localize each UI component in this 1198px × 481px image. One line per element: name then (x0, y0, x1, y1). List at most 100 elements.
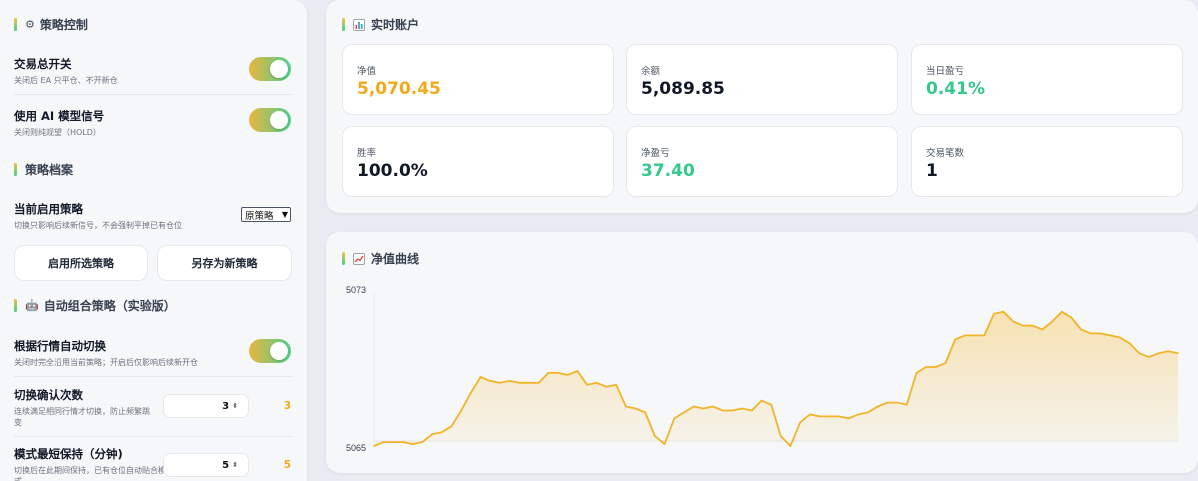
data-point (799, 421, 801, 424)
data-point (489, 380, 491, 382)
data-point (983, 334, 986, 337)
stat-balance: 余额 5,089.85 (626, 44, 898, 115)
spinner-arrows-icon[interactable]: ⬍ (232, 402, 238, 410)
data-point (1080, 328, 1082, 331)
account-card: 实时账户 净值 5,070.45 余额 5,089.85 当日盈亏 0.41% … (326, 0, 1198, 213)
data-point (935, 366, 937, 368)
data-point (663, 443, 666, 445)
stat-value: 5,089.85 (641, 79, 725, 99)
data-point (741, 407, 743, 410)
data-point (547, 372, 550, 374)
section-strategy-control: ⚙ 策略控制 (14, 16, 88, 32)
data-point (896, 401, 898, 404)
data-point (644, 411, 646, 414)
confirm-count-input-value: 3 (222, 400, 230, 412)
data-point (818, 415, 821, 418)
data-point (1119, 336, 1121, 339)
divider (14, 94, 293, 95)
data-point (431, 433, 433, 435)
spinner-arrows-icon[interactable]: ⬍ (232, 461, 238, 469)
stat-value: 5,070.45 (357, 79, 441, 99)
section-title: 策略档案 (25, 162, 74, 177)
data-point (1002, 310, 1005, 313)
data-point (460, 409, 462, 412)
data-point (692, 405, 695, 408)
divider (14, 376, 293, 377)
data-point (1167, 350, 1170, 352)
data-point (809, 413, 811, 416)
ai-signal-desc: 关闭则纯观望（HOLD） (14, 128, 101, 137)
data-point (673, 417, 676, 420)
data-point (721, 409, 724, 412)
toggle-knob (270, 111, 288, 129)
data-point (518, 382, 521, 384)
confirm-count-input[interactable]: 3 ⬍ (163, 394, 249, 418)
data-point (683, 411, 685, 414)
data-point (944, 362, 947, 364)
master-switch-toggle[interactable] (249, 57, 291, 81)
section-accent-bar (14, 298, 17, 312)
data-point (654, 435, 656, 437)
toggle-knob (270, 342, 288, 360)
data-point (508, 380, 511, 382)
y-tick-label: 5065 (346, 443, 366, 453)
equity-area (374, 311, 1178, 446)
stat-win-rate: 胜率 100.0% (342, 126, 614, 197)
hold-time-desc: 切换后在此期间保持，已有仓位自动贴合模式 (14, 466, 166, 481)
data-point (780, 435, 782, 437)
section-strategy-profile: 策略档案 (14, 161, 73, 177)
data-point (954, 338, 956, 341)
section-accent-bar (14, 162, 17, 176)
hold-time-input-value: 5 (222, 459, 230, 471)
save-new-strategy-button[interactable]: 另存为新策略 (157, 245, 292, 281)
data-point (770, 403, 772, 406)
data-point (450, 425, 453, 428)
section-title: 策略控制 (39, 17, 88, 32)
stat-label: 净值 (357, 66, 377, 77)
strategy-panel: ⚙ 策略控制 交易总开关 关闭后 EA 只平仓、不开新仓 使用 AI 模型信号 … (0, 0, 307, 481)
stat-label: 净盈亏 (641, 148, 670, 159)
hold-time-value: 5 (283, 459, 291, 471)
hold-time-label: 模式最短保持（分钟) (14, 447, 123, 461)
data-point (1070, 316, 1073, 319)
stat-daily-pnl: 当日盈亏 0.41% (911, 44, 1183, 115)
data-point (973, 334, 976, 337)
data-point (789, 445, 792, 447)
confirm-count-desc: 连续满足相同行情才切换，防止频繁跳变 (14, 407, 150, 427)
data-point (993, 312, 995, 315)
section-accent-bar (14, 17, 17, 31)
robot-icon: 🤖 (25, 298, 39, 312)
auto-switch-toggle[interactable] (249, 339, 291, 363)
data-point (1051, 320, 1053, 323)
data-point (1109, 334, 1111, 337)
hold-time-input[interactable]: 5 ⬍ (163, 453, 249, 477)
data-point (392, 441, 395, 443)
data-point (373, 445, 375, 447)
hold-time-row: 模式最短保持（分钟) 切换后在此期间保持，已有仓位自动贴合模式 (14, 446, 167, 481)
account-title: 实时账户 (342, 16, 419, 33)
strategy-select[interactable]: 原策略 ▼ (241, 207, 291, 222)
data-point (557, 372, 559, 374)
stat-trade-count: 交易笔数 1 (911, 126, 1183, 197)
data-point (470, 391, 472, 394)
data-point (1138, 352, 1141, 354)
data-point (751, 409, 753, 412)
data-point (402, 441, 404, 443)
data-point (596, 382, 598, 384)
ai-signal-toggle[interactable] (249, 108, 291, 132)
apply-strategy-button[interactable]: 启用所选策略 (14, 245, 148, 281)
data-point (605, 386, 608, 388)
data-point (625, 405, 627, 408)
stat-net-pnl: 净盈亏 37.40 (626, 126, 898, 197)
data-point (576, 370, 579, 372)
data-point (615, 384, 617, 386)
data-point (1090, 332, 1092, 335)
data-point (731, 409, 734, 412)
data-point (1012, 320, 1015, 323)
data-point (1061, 310, 1063, 313)
data-point (702, 407, 705, 410)
data-point (566, 374, 569, 376)
data-point (886, 401, 889, 404)
toggle-knob (270, 60, 288, 78)
data-point (1022, 324, 1024, 327)
